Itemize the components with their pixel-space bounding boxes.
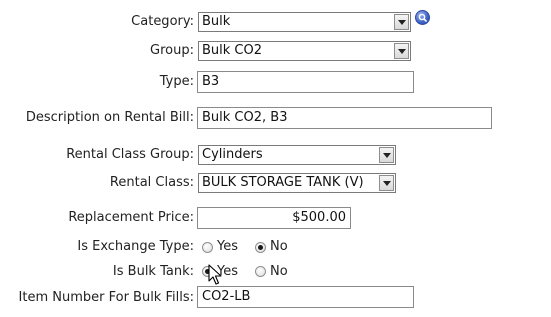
exchange-no-radio[interactable] (255, 242, 266, 253)
search-icon[interactable] (415, 10, 430, 25)
category-label: Category: (131, 14, 194, 29)
rental-class-select[interactable]: BULK STORAGE TANK (V) (198, 173, 396, 193)
bulk-tank-no-label: No (270, 264, 288, 279)
chevron-down-icon[interactable] (379, 147, 394, 163)
item-number-label: Item Number For Bulk Fills: (18, 290, 194, 305)
group-label: Group: (150, 43, 194, 58)
type-input[interactable]: B3 (197, 71, 414, 93)
chevron-down-icon[interactable] (394, 43, 409, 59)
chevron-down-icon[interactable] (379, 175, 394, 191)
rental-class-group-label: Rental Class Group: (66, 147, 194, 162)
item-number-input[interactable]: CO2-LB (197, 286, 414, 308)
mouse-pointer-icon (208, 264, 222, 285)
rental-class-label: Rental Class: (109, 175, 194, 190)
replacement-price-label: Replacement Price: (68, 210, 194, 225)
rental-class-group-value: Cylinders (202, 147, 263, 162)
chevron-down-icon[interactable] (394, 14, 409, 30)
description-label: Description on Rental Bill: (25, 110, 194, 125)
type-label: Type: (159, 74, 194, 89)
exchange-no-label: No (270, 239, 288, 254)
category-select[interactable]: Bulk (198, 12, 411, 32)
exchange-yes-label: Yes (217, 239, 238, 254)
rental-class-group-select[interactable]: Cylinders (198, 145, 396, 165)
replacement-price-input[interactable]: $500.00 (197, 207, 351, 229)
description-input[interactable]: Bulk CO2, B3 (197, 107, 492, 129)
group-value: Bulk CO2 (202, 43, 263, 58)
group-select[interactable]: Bulk CO2 (198, 41, 411, 61)
exchange-yes-radio[interactable] (202, 242, 213, 253)
is-bulk-tank-label: Is Bulk Tank: (112, 264, 194, 279)
bulk-tank-no-radio[interactable] (255, 266, 266, 277)
is-exchange-type-label: Is Exchange Type: (77, 239, 194, 254)
category-value: Bulk (202, 14, 231, 29)
rental-class-value: BULK STORAGE TANK (V) (202, 175, 364, 190)
